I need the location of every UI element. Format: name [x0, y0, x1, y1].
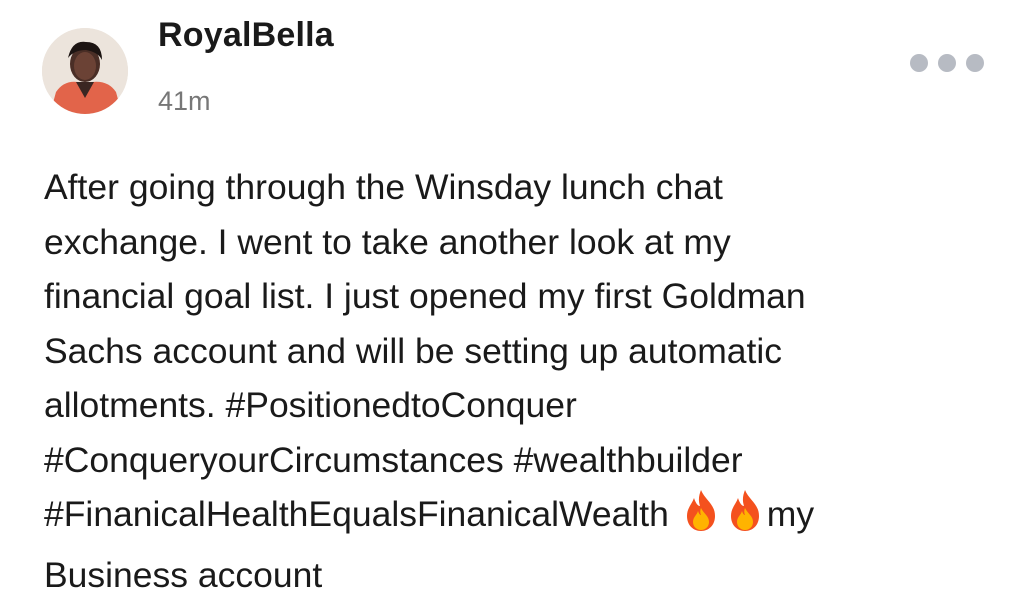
post-body: After going through the Winsday lunch ch…: [44, 160, 984, 602]
post-body-line-with-emoji: #FinanicalHealthEqualsFinanicalWealth my: [44, 487, 984, 548]
more-dot-icon: [938, 54, 956, 72]
post-body-line: exchange. I went to take another look at…: [44, 221, 731, 262]
post-body-line: financial goal list. I just opened my fi…: [44, 276, 806, 316]
post-body-text: my: [766, 494, 815, 534]
author-avatar[interactable]: [42, 28, 128, 114]
more-options-button[interactable]: [910, 50, 984, 76]
post-body-line: #ConqueryourCircumstances #wealthbuilder: [44, 439, 743, 480]
post-body-line: After going through the Winsday lunch ch…: [44, 167, 723, 207]
post-timestamp: 41m: [158, 86, 211, 116]
fire-emoji-icon: [681, 488, 721, 548]
more-dot-icon: [966, 54, 984, 72]
post-hashtag-text: #FinanicalHealthEqualsFinanicalWealth: [44, 494, 669, 534]
avatar-photo-icon: [42, 28, 128, 114]
post-body-line: Business account: [44, 554, 323, 595]
fire-emoji-icon: [725, 488, 765, 548]
more-dot-icon: [910, 54, 928, 72]
post-body-line: Sachs account and will be setting up aut…: [44, 330, 783, 371]
post-body-line: allotments. #PositionedtoConquer: [44, 385, 577, 425]
author-name[interactable]: RoyalBella: [158, 16, 334, 55]
post-card: RoyalBella 41m After going through the W…: [0, 0, 1024, 606]
